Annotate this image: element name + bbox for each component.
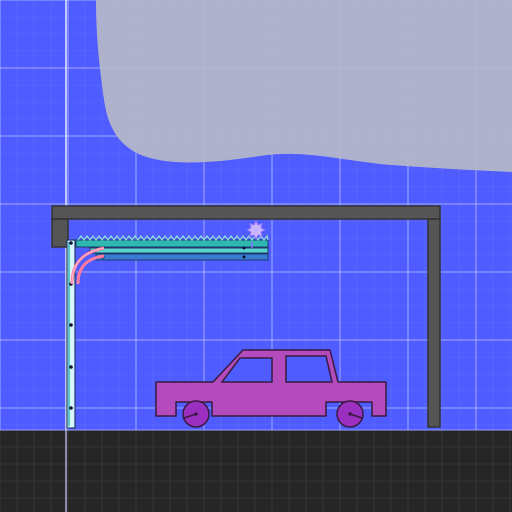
door-panel-middle[interactable] — [89, 247, 269, 254]
roof-beam[interactable] — [51, 205, 441, 220]
scene-canvas[interactable] — [0, 0, 512, 512]
door-panel-top[interactable] — [75, 239, 269, 248]
car-wheel-rear[interactable] — [336, 400, 364, 428]
right-pillar[interactable] — [427, 218, 441, 428]
left-roof-stub[interactable] — [51, 218, 69, 248]
door-panel-bottom[interactable] — [95, 253, 269, 261]
game-scene[interactable] — [0, 0, 512, 512]
car-wheel-front[interactable] — [182, 400, 210, 428]
fog-cloud — [96, 0, 512, 172]
ground — [0, 430, 512, 512]
car-window-rear — [285, 355, 333, 383]
